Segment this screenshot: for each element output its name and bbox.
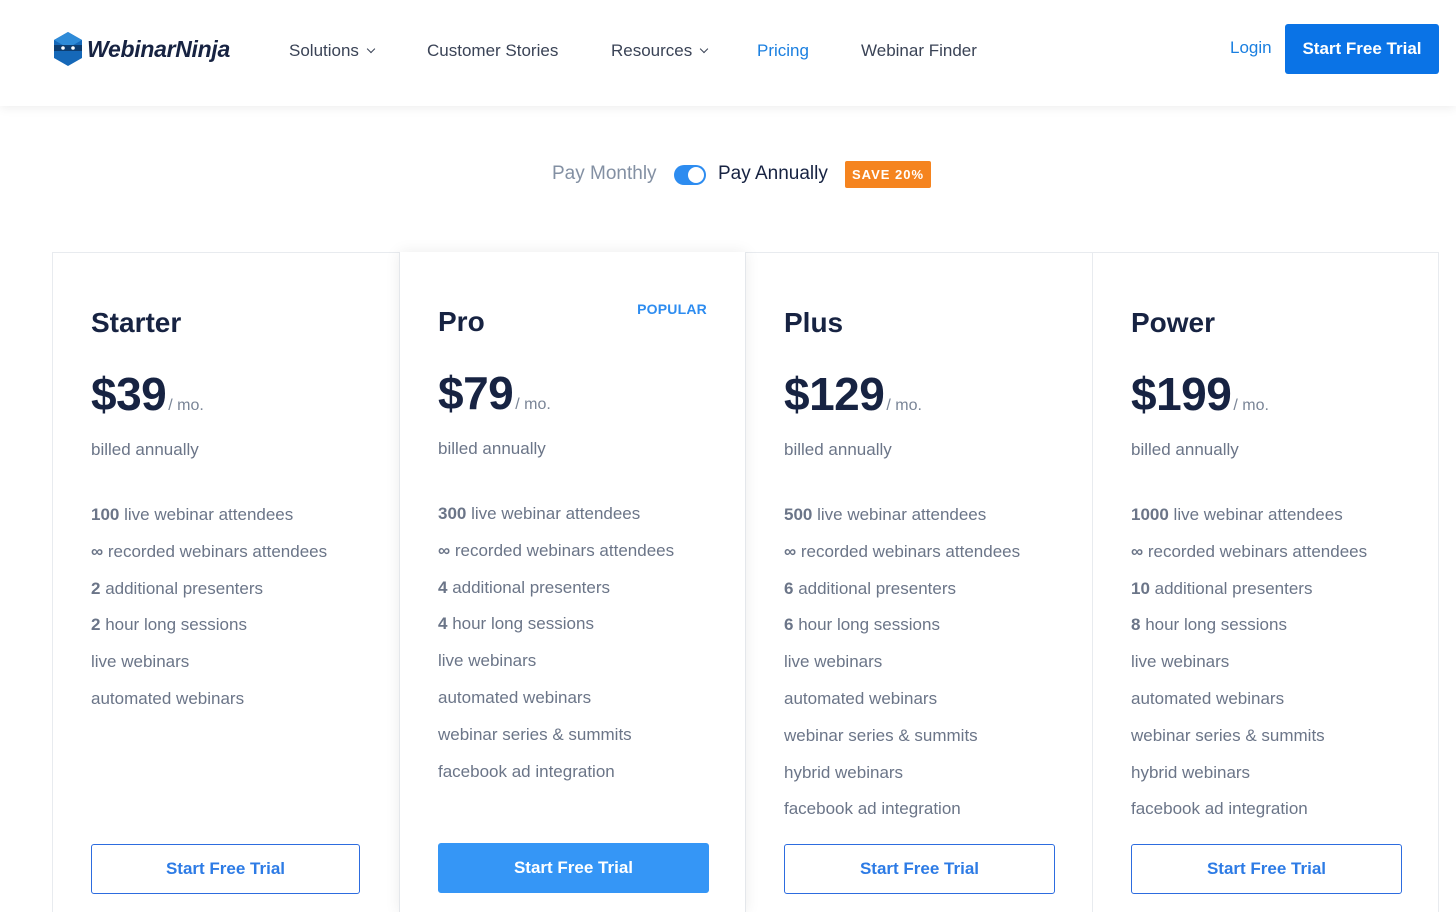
feature-item: hybrid webinars xyxy=(784,762,904,782)
feature-item: ∞ recorded webinars attendees xyxy=(784,541,1021,561)
plan-card-power: Power $199 / mo. billed annually 1000 li… xyxy=(1092,253,1439,912)
feature-item: hybrid webinars xyxy=(1131,762,1251,782)
nav-solutions[interactable]: Solutions xyxy=(289,40,376,62)
start-trial-button-plus[interactable]: Start Free Trial xyxy=(784,844,1055,894)
start-trial-button-pro[interactable]: Start Free Trial xyxy=(438,843,709,893)
feature-item: 6 hour long sessions xyxy=(784,615,940,635)
feature-item: 500 live webinar attendees xyxy=(784,505,987,524)
price-period: / mo. xyxy=(886,397,922,414)
feature-item: facebook ad integration xyxy=(784,799,961,819)
site-header: WebinarNinja Solutions Customer Stories … xyxy=(0,0,1456,106)
save-badge: SAVE 20% xyxy=(845,161,932,188)
nav-label: Resources xyxy=(611,41,693,60)
feature-item: webinar series & summits xyxy=(1131,725,1325,745)
billing-note: billed annually xyxy=(438,439,546,458)
feature-item: 6 additional presenters xyxy=(784,578,957,598)
feature-item: 4 hour long sessions xyxy=(438,614,594,634)
feature-item: 8 hour long sessions xyxy=(1131,615,1287,635)
plan-card-pro: Pro POPULAR $79 / mo. billed annually 30… xyxy=(399,252,746,912)
feature-item: automated webinars xyxy=(438,687,592,707)
pay-monthly-label[interactable]: Pay Monthly xyxy=(552,163,657,185)
plan-price: $129 xyxy=(784,368,885,420)
feature-item: webinar series & summits xyxy=(784,725,978,745)
logo-text: WebinarNinja xyxy=(87,35,230,62)
billing-toggle-switch[interactable] xyxy=(674,165,706,185)
plan-name: Pro xyxy=(438,306,485,337)
feature-item: 4 additional presenters xyxy=(438,577,611,597)
start-trial-button-power[interactable]: Start Free Trial xyxy=(1131,844,1402,894)
plan-price: $39 xyxy=(91,368,167,420)
feature-item: automated webinars xyxy=(784,688,938,708)
plan-price: $79 xyxy=(438,367,514,419)
plan-name: Starter xyxy=(91,307,182,338)
billing-toggle-row: Pay Monthly Pay Annually SAVE 20% xyxy=(0,160,1456,190)
feature-item: 300 live webinar attendees xyxy=(438,504,641,523)
chevron-down-icon xyxy=(366,44,376,54)
nav-customer-stories[interactable]: Customer Stories xyxy=(427,40,558,62)
logo[interactable]: WebinarNinja xyxy=(52,31,230,67)
nav-label: Webinar Finder xyxy=(861,41,977,60)
feature-item: live webinars xyxy=(784,652,883,672)
feature-list: 1000 live webinar attendees ∞ recorded w… xyxy=(1131,505,1367,836)
feature-item: live webinars xyxy=(91,652,190,672)
billing-note: billed annually xyxy=(1131,440,1239,459)
feature-list: 100 live webinar attendees ∞ recorded we… xyxy=(91,505,327,726)
feature-item: 2 hour long sessions xyxy=(91,615,247,635)
feature-list: 300 live webinar attendees ∞ recorded we… xyxy=(438,504,674,798)
feature-item: 100 live webinar attendees xyxy=(91,505,294,524)
login-link[interactable]: Login xyxy=(1230,38,1272,58)
nav-resources[interactable]: Resources xyxy=(611,40,709,62)
feature-item: automated webinars xyxy=(91,688,245,708)
nav-label: Customer Stories xyxy=(427,41,559,60)
price-row: $39 / mo. xyxy=(91,367,204,421)
pricing-cards: Starter $39 / mo. billed annually 100 li… xyxy=(52,252,1439,912)
toggle-knob xyxy=(688,167,704,183)
feature-item: 1000 live webinar attendees xyxy=(1131,505,1343,524)
nav-label: Pricing xyxy=(757,41,809,60)
feature-item: live webinars xyxy=(1131,652,1230,672)
feature-item: 10 additional presenters xyxy=(1131,578,1313,598)
plan-name: Power xyxy=(1131,307,1216,338)
feature-list: 500 live webinar attendees ∞ recorded we… xyxy=(784,505,1020,836)
feature-item: webinar series & summits xyxy=(438,724,632,744)
nav-pricing[interactable]: Pricing xyxy=(757,40,809,62)
billing-note: billed annually xyxy=(91,440,199,459)
header-start-trial-button[interactable]: Start Free Trial xyxy=(1285,24,1439,74)
price-period: / mo. xyxy=(1233,397,1269,414)
price-row: $79 / mo. xyxy=(438,366,551,420)
feature-item: automated webinars xyxy=(1131,688,1285,708)
pay-annually-label[interactable]: Pay Annually xyxy=(718,163,828,185)
price-period: / mo. xyxy=(168,397,204,414)
feature-item: facebook ad integration xyxy=(438,761,615,781)
feature-item: facebook ad integration xyxy=(1131,799,1308,819)
chevron-down-icon xyxy=(700,44,709,54)
feature-item: ∞ recorded webinars attendees xyxy=(438,540,675,560)
price-row: $129 / mo. xyxy=(784,367,922,421)
plan-card-starter: Starter $39 / mo. billed annually 100 li… xyxy=(53,253,399,912)
nav-label: Solutions xyxy=(289,41,359,60)
feature-item: 2 additional presenters xyxy=(91,578,264,598)
popular-badge: POPULAR xyxy=(637,301,707,317)
price-period: / mo. xyxy=(515,396,551,413)
plan-card-plus: Plus $129 / mo. billed annually 500 live… xyxy=(746,253,1092,912)
price-row: $199 / mo. xyxy=(1131,367,1269,421)
feature-item: live webinars xyxy=(438,651,537,671)
feature-item: ∞ recorded webinars attendees xyxy=(1131,541,1368,561)
ninja-hexagon-icon xyxy=(54,32,82,66)
feature-item: ∞ recorded webinars attendees xyxy=(91,541,328,561)
nav-webinar-finder[interactable]: Webinar Finder xyxy=(861,40,977,62)
start-trial-button-starter[interactable]: Start Free Trial xyxy=(91,844,360,894)
plan-price: $199 xyxy=(1131,368,1232,420)
billing-note: billed annually xyxy=(784,440,892,459)
plan-name: Plus xyxy=(784,307,844,338)
